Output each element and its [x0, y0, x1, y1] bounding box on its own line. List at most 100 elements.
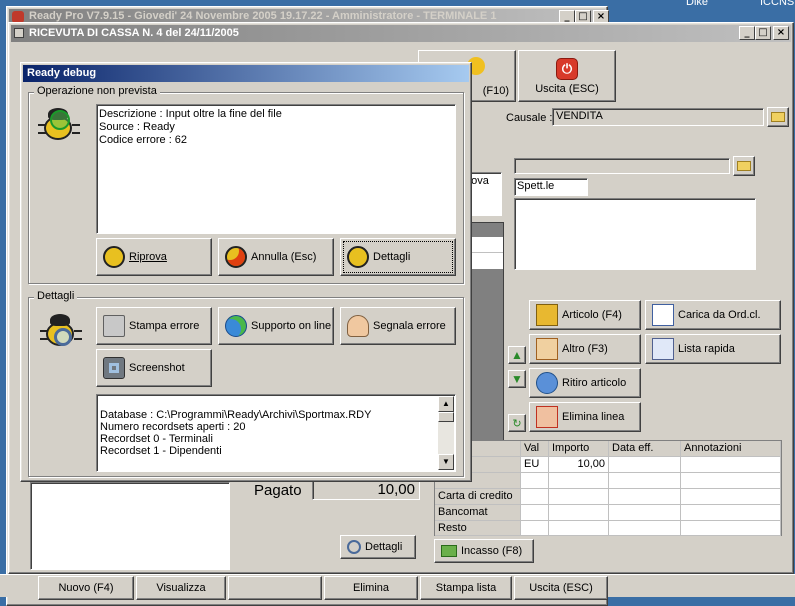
minimize-icon[interactable]: _: [739, 26, 755, 40]
payment-cell-notes[interactable]: [681, 489, 781, 505]
printer-icon: [103, 315, 125, 337]
articolo-button[interactable]: Articolo (F4): [529, 300, 641, 330]
carica-ordine-button[interactable]: Carica da Ord.cl.: [645, 300, 781, 330]
doc-icon: [14, 28, 24, 38]
ritiro-articolo-button[interactable]: Ritiro articolo: [529, 368, 641, 398]
payment-cell-notes[interactable]: [681, 457, 781, 473]
customer-code-field[interactable]: [514, 158, 730, 174]
payment-cell-importo[interactable]: 10,00: [549, 457, 609, 473]
payment-cell-val[interactable]: [521, 505, 549, 521]
debug-title-bar[interactable]: Ready debug: [23, 65, 469, 82]
altro-button[interactable]: Altro (F3): [529, 334, 641, 364]
elimina-linea-label: Elimina linea: [562, 411, 625, 423]
payment-cell-importo[interactable]: [549, 505, 609, 521]
lista-rapida-button[interactable]: Lista rapida: [645, 334, 781, 364]
folder-icon: [771, 112, 785, 122]
payment-cell-date[interactable]: [609, 505, 681, 521]
error-line: Source : Ready: [99, 121, 175, 133]
uscita-button[interactable]: Uscita (ESC): [514, 576, 608, 600]
payment-cell-val[interactable]: EU: [521, 457, 549, 473]
box-add-icon: [536, 304, 558, 326]
riprova-label: Riprova: [129, 251, 167, 263]
bug-magnifier-icon: [347, 246, 369, 268]
scroll-thumb[interactable]: [438, 412, 454, 422]
refresh-line-button[interactable]: ↻: [508, 414, 526, 432]
scroll-up-button[interactable]: ▲: [438, 396, 454, 412]
user-icon: [347, 315, 369, 337]
nuovo-button[interactable]: Nuovo (F4): [38, 576, 134, 600]
customer-label-box: Spett.le: [514, 178, 588, 196]
error-line: Descrizione : Input oltre la fine del fi…: [99, 108, 282, 120]
bug-target-icon: [38, 106, 82, 150]
screenshot-label: Screenshot: [129, 362, 185, 374]
supporto-button[interactable]: Supporto on line: [218, 307, 334, 345]
payment-cell-date[interactable]: [609, 473, 681, 489]
globe-icon: [225, 315, 247, 337]
list-search-icon: [652, 338, 674, 360]
receipt-title-bar[interactable]: RICEVUTA DI CASSA N. 4 del 24/11/2005 _ …: [11, 25, 791, 42]
desktop-icon-label[interactable]: ICCNS: [760, 0, 794, 8]
desktop-icon-label[interactable]: Dike: [686, 0, 708, 8]
incasso-button[interactable]: Incasso (F8): [434, 539, 534, 563]
payment-header: Val: [521, 441, 549, 457]
close-icon[interactable]: ×: [773, 26, 789, 40]
elimina-button[interactable]: Elimina: [324, 576, 418, 600]
payment-cell-importo[interactable]: [549, 521, 609, 536]
left-list-box[interactable]: [30, 482, 230, 570]
customer-address-box[interactable]: [514, 198, 756, 270]
details-scrollbar[interactable]: ▲ ▼: [438, 396, 454, 470]
payment-cell-val[interactable]: [521, 473, 549, 489]
payment-header: Annotazioni: [681, 441, 781, 457]
customer-folder-button[interactable]: [733, 156, 755, 176]
visualizza-button[interactable]: Visualizza: [136, 576, 226, 600]
details-text-box[interactable]: Database : C:\Programmi\Ready\Archivi\Sp…: [96, 394, 456, 472]
move-down-button[interactable]: ▼: [508, 370, 526, 388]
main-title: Ready Pro V7.9.15 - Giovedi' 24 Novembre…: [29, 10, 497, 22]
payment-cell-notes[interactable]: [681, 505, 781, 521]
checklist-icon: [652, 304, 674, 326]
payment-cell-val[interactable]: [521, 489, 549, 505]
payment-cell-date[interactable]: [609, 489, 681, 505]
bug-magnifier-icon: [40, 312, 88, 360]
causale-field[interactable]: VENDITA: [552, 108, 764, 126]
payment-row-label: Bancomat: [435, 505, 521, 521]
stampa-lista-label: Stampa lista: [435, 582, 497, 594]
payment-cell-notes[interactable]: [681, 521, 781, 536]
dettagli-button[interactable]: Dettagli: [340, 238, 456, 276]
pagato-value: 10,00: [377, 481, 415, 498]
payment-table[interactable]: Val Importo Data eff. Annotazioni ti EU …: [434, 440, 782, 536]
payment-cell-importo[interactable]: [549, 489, 609, 505]
payment-cell-date[interactable]: [609, 457, 681, 473]
bug-stop-icon: [225, 246, 247, 268]
screenshot-button[interactable]: Screenshot: [96, 349, 212, 387]
detail-line: Numero recordsets aperti : 20: [100, 421, 246, 433]
receipt-dettagli-button[interactable]: Dettagli: [340, 535, 416, 559]
camera-icon: [103, 357, 125, 379]
move-up-button[interactable]: ▲: [508, 346, 526, 364]
exit-toolbar-button[interactable]: ⏻ Uscita (ESC): [518, 50, 616, 102]
receipt-dettagli-label: Dettagli: [365, 541, 403, 553]
payment-cell-importo[interactable]: [549, 473, 609, 489]
payment-cell-date[interactable]: [609, 521, 681, 536]
payment-cell-notes[interactable]: [681, 473, 781, 489]
payment-cell-val[interactable]: [521, 521, 549, 536]
annulla-label: Annulla (Esc): [251, 251, 317, 263]
scroll-down-button[interactable]: ▼: [438, 454, 454, 470]
maximize-icon[interactable]: □: [755, 26, 771, 40]
segnala-button[interactable]: Segnala errore: [340, 307, 456, 345]
stampa-lista-button[interactable]: Stampa lista: [420, 576, 512, 600]
receipt-title: RICEVUTA DI CASSA N. 4 del 24/11/2005: [29, 27, 239, 39]
detail-line: Recordset 1 - Dipendenti: [100, 445, 222, 457]
cash-icon: [441, 545, 457, 557]
riprova-button[interactable]: Riprova: [96, 238, 212, 276]
blank-bottom-button[interactable]: [228, 576, 322, 600]
causale-folder-button[interactable]: [767, 107, 789, 127]
annulla-button[interactable]: Annulla (Esc): [218, 238, 334, 276]
elimina-linea-button[interactable]: Elimina linea: [529, 402, 641, 432]
error-message-box: Descrizione : Input oltre la fine del fi…: [96, 104, 456, 234]
return-arrow-icon: [536, 372, 558, 394]
stampa-errore-button[interactable]: Stampa errore: [96, 307, 212, 345]
dettagli-label: Dettagli: [373, 251, 411, 263]
segnala-label: Segnala errore: [373, 320, 446, 332]
exit-toolbar-label: Uscita (ESC): [535, 82, 599, 95]
